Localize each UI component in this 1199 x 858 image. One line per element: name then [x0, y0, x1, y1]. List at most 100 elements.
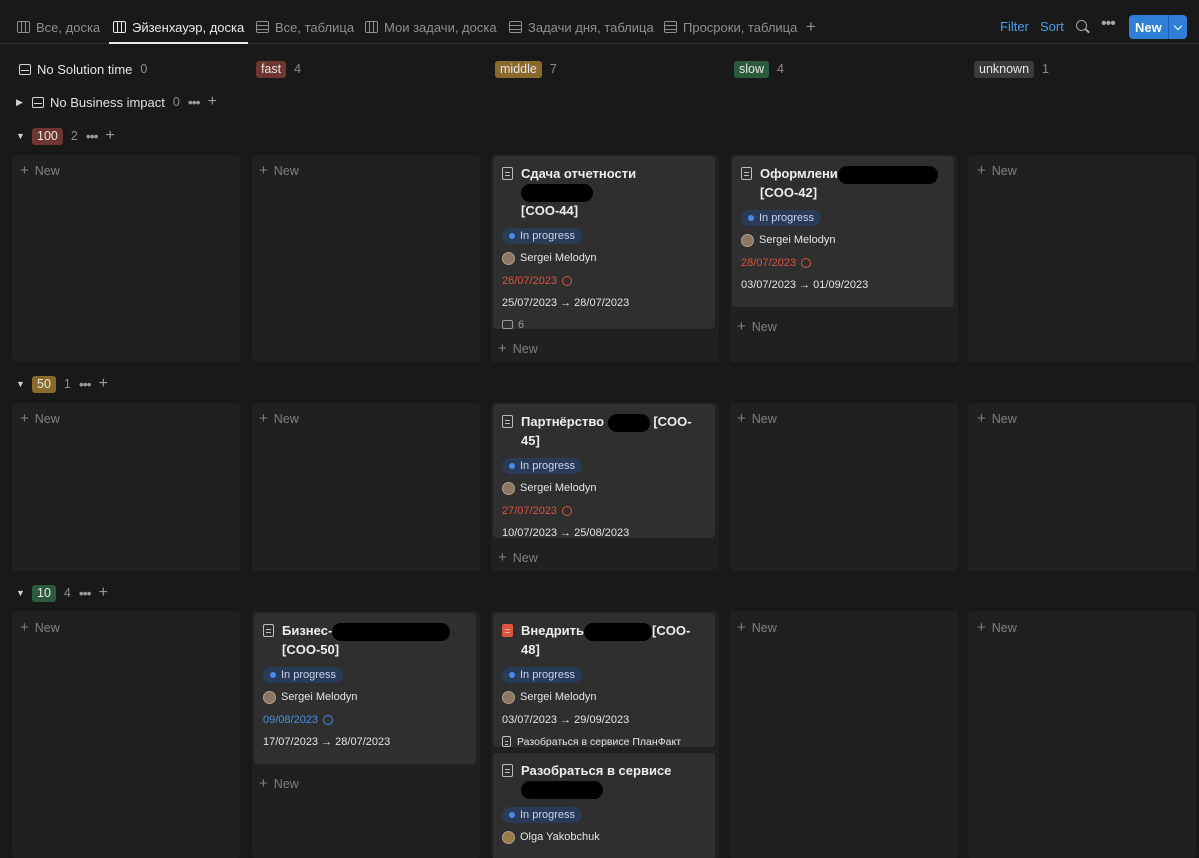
group-add-icon[interactable]: + — [208, 93, 217, 111]
due-date: 28/07/2023 — [741, 257, 945, 269]
alarm-clock-icon — [323, 714, 334, 725]
card-title: Разобраться в сервисе — [521, 762, 671, 799]
document-icon — [741, 167, 752, 180]
add-card-button[interactable]: + New — [259, 410, 299, 427]
add-card-button[interactable]: + New — [977, 619, 1017, 636]
date-range: 10/07/2023 → 25/08/2023 — [502, 526, 630, 539]
date-range: 03/07/2023 → 01/09/2023 — [741, 278, 869, 291]
add-card-button[interactable]: + New — [498, 549, 538, 566]
lane-50-no-solution — [12, 403, 240, 571]
assignee: Sergei Melodyn — [741, 233, 945, 247]
tab-all-board[interactable]: Все, доска — [17, 16, 100, 38]
tab-eisenhower-board[interactable]: Эйзенхауэр, доска — [108, 16, 249, 44]
add-card-button[interactable]: + New — [977, 162, 1017, 179]
comment-icon — [502, 320, 513, 330]
card-coo-50[interactable]: Бизнес- [COO-50] In progress Sergei Melod… — [254, 613, 476, 764]
avatar — [502, 830, 515, 844]
status-badge: In progress — [502, 227, 583, 244]
board-icon — [113, 21, 126, 33]
group-more-icon[interactable]: ••• — [188, 94, 201, 110]
inbox-icon — [32, 96, 44, 108]
document-icon — [502, 764, 513, 777]
date-range: 25/07/2023 → 28/07/2023 — [502, 296, 630, 309]
lane-50-unknown — [968, 403, 1196, 571]
document-icon — [502, 167, 513, 180]
add-card-button[interactable]: + New — [259, 162, 299, 179]
alarm-clock-icon — [562, 275, 573, 286]
assignee: Sergei Melodyn — [263, 690, 467, 704]
new-button[interactable]: New — [1129, 15, 1187, 39]
date-range: 03/07/2023 → 29/09/2023 — [502, 713, 630, 726]
lane-100-fast — [252, 155, 480, 362]
add-card-button[interactable]: + New — [737, 318, 777, 335]
date-range: 17/07/2023 → 28/07/2023 — [263, 735, 391, 748]
add-card-button[interactable]: + New — [737, 619, 777, 636]
add-card-button[interactable]: + New — [737, 410, 777, 427]
status-badge: In progress — [502, 666, 583, 683]
add-card-button[interactable]: + New — [20, 162, 60, 179]
column-header-middle: middle 7 — [495, 60, 557, 78]
group-more-icon[interactable]: ••• — [86, 128, 99, 144]
group-add-icon[interactable]: + — [106, 127, 115, 145]
sort-button[interactable]: Sort — [1040, 19, 1064, 34]
table-icon — [256, 21, 269, 33]
column-header-unknown: unknown 1 — [974, 60, 1049, 78]
avatar — [502, 690, 515, 704]
document-icon — [263, 624, 274, 637]
search-icon[interactable] — [1076, 20, 1087, 31]
card-coo-42[interactable]: Оформлени [COO-42] In progress Sergei Mel… — [732, 156, 954, 307]
lane-50-slow — [730, 403, 958, 571]
add-card-button[interactable]: + New — [20, 619, 60, 636]
collapse-triangle-icon[interactable]: ▼ — [16, 131, 25, 141]
add-card-button[interactable]: + New — [20, 410, 60, 427]
card-coo-48[interactable]: Внедрить [COO-48] In progress Sergei Melo… — [493, 613, 715, 748]
assignee: Sergei Melodyn — [502, 690, 706, 704]
group-more-icon[interactable]: ••• — [79, 585, 92, 601]
card-coo-45[interactable]: Партнёрство [COO-45] In progress Sergei … — [493, 404, 715, 539]
lane-10-no-solution — [12, 611, 240, 858]
card-title: Оформлени [COO-42] — [760, 165, 938, 202]
sub-item-link[interactable]: Разобраться в сервисе ПланФакт — [502, 736, 706, 748]
group-no-business-impact[interactable]: ▶ No Business impact 0 ••• + — [16, 92, 217, 112]
card-title: Бизнес- [COO-50] — [282, 622, 451, 659]
card-planfact-service[interactable]: Разобраться в сервисе In progress Olga Y… — [493, 753, 715, 858]
group-more-icon[interactable]: ••• — [79, 376, 92, 392]
card-coo-44[interactable]: Сдача отчетности [COO-44] In progress Se… — [493, 156, 715, 331]
group-add-icon[interactable]: + — [99, 584, 108, 602]
group-add-icon[interactable]: + — [99, 375, 108, 393]
add-card-button[interactable]: + New — [977, 410, 1017, 427]
lane-10-slow — [730, 611, 958, 858]
avatar — [741, 233, 754, 247]
group-100[interactable]: ▼ 100 2 ••• + — [16, 126, 115, 146]
assignee: Sergei Melodyn — [502, 481, 706, 495]
group-50[interactable]: ▼ 50 1 ••• + — [16, 374, 108, 394]
collapse-triangle-icon[interactable]: ▼ — [16, 379, 25, 389]
red-document-icon — [502, 624, 513, 637]
document-icon — [502, 736, 511, 748]
add-view-icon[interactable]: + — [806, 16, 816, 38]
new-dropdown-chevron-icon[interactable] — [1168, 15, 1187, 39]
tab-all-table[interactable]: Все, таблица — [256, 16, 354, 38]
tab-my-tasks-board[interactable]: Мои задачи, доска — [365, 16, 497, 38]
group-10[interactable]: ▼ 10 4 ••• + — [16, 583, 108, 603]
lane-10-unknown — [968, 611, 1196, 858]
document-icon — [502, 415, 513, 428]
status-badge: In progress — [502, 457, 583, 474]
filter-button[interactable]: Filter — [1000, 19, 1029, 34]
alarm-clock-icon — [562, 505, 573, 516]
add-card-button[interactable]: + New — [498, 340, 538, 357]
more-options-icon[interactable]: ••• — [1101, 15, 1116, 33]
tab-day-tasks-table[interactable]: Задачи дня, таблица — [509, 16, 654, 38]
avatar — [502, 251, 515, 265]
tab-overdue-table[interactable]: Просроки, таблица — [664, 16, 797, 38]
collapse-triangle-icon[interactable]: ▼ — [16, 588, 25, 598]
add-card-button[interactable]: + New — [259, 775, 299, 792]
lane-50-fast — [252, 403, 480, 571]
column-header-no-solution: No Solution time 0 — [19, 60, 147, 78]
expand-triangle-icon[interactable]: ▶ — [16, 97, 24, 108]
column-header-fast: fast 4 — [256, 60, 301, 78]
alarm-clock-icon — [801, 257, 812, 268]
status-badge: In progress — [741, 209, 822, 226]
lane-100-no-solution — [12, 155, 240, 362]
avatar — [263, 690, 276, 704]
